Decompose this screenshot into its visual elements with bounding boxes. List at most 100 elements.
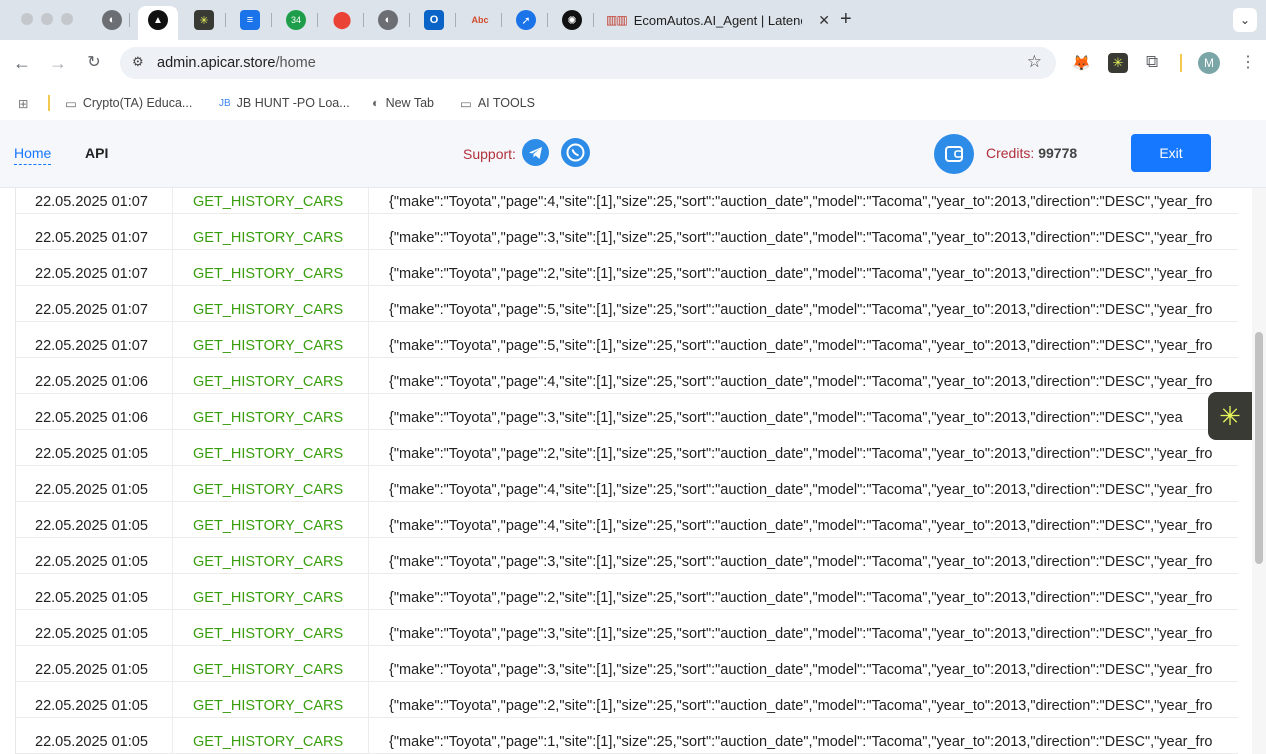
floating-asterisk-widget[interactable]: ✳	[1208, 392, 1252, 440]
time-cell: 22.05.2025 01:05	[16, 681, 173, 717]
table-row[interactable]: 22.05.2025 01:05 GET_HISTORY_CARS {"make":…	[16, 681, 1238, 718]
tab-separator	[409, 13, 410, 27]
jbhunt-icon: JB	[219, 97, 231, 109]
exit-button[interactable]: Exit	[1131, 134, 1211, 172]
tab-compass-icon[interactable]: ➚	[516, 10, 536, 30]
table-row[interactable]: 22.05.2025 01:07 GET_HISTORY_CARS {"make":…	[16, 188, 1238, 214]
folder-icon: ▭	[460, 96, 472, 111]
url-path: /home	[275, 55, 316, 71]
table-row[interactable]: 22.05.2025 01:05 GET_HISTORY_CARS {"make":…	[16, 717, 1238, 754]
tab-latenode[interactable]: ▥▥ EcomAutos.AI_Agent | Latenc ✕	[596, 6, 830, 34]
params-cell: {"make":"Toyota","page":4,"site":[1],"si…	[389, 194, 1213, 210]
time-cell: 22.05.2025 01:05	[16, 609, 173, 645]
time-cell: 22.05.2025 01:05	[16, 429, 173, 465]
table-row[interactable]: 22.05.2025 01:06 GET_HISTORY_CARS {"make":…	[16, 357, 1238, 394]
tab-search-chevron-icon[interactable]: ⌄	[1233, 8, 1257, 32]
method-cell: GET_HISTORY_CARS	[173, 357, 369, 393]
wallet-icon[interactable]	[934, 134, 974, 174]
time-cell: 22.05.2025 01:07	[16, 285, 173, 321]
telegram-icon[interactable]	[522, 139, 549, 166]
tab-outlook-icon[interactable]: O	[424, 10, 444, 30]
tab-separator	[271, 13, 272, 27]
back-arrow-icon[interactable]: ←	[12, 53, 32, 73]
tab-separator	[501, 13, 502, 27]
time-cell: 22.05.2025 01:05	[16, 717, 173, 753]
apps-grid-icon[interactable]: ⊞	[18, 93, 28, 113]
reload-icon[interactable]: ↻	[84, 53, 104, 73]
extensions-puzzle-icon[interactable]: ⧉	[1146, 52, 1158, 72]
table-row[interactable]: 22.05.2025 01:05 GET_HISTORY_CARS {"make":…	[16, 609, 1238, 646]
window-zoom-button[interactable]	[61, 13, 73, 25]
table-row[interactable]: 22.05.2025 01:05 GET_HISTORY_CARS {"make":…	[16, 645, 1238, 682]
tab-close-icon[interactable]: ✕	[818, 12, 830, 29]
params-cell: {"make":"Toyota","page":5,"site":[1],"si…	[389, 338, 1213, 354]
nav-api[interactable]: API	[85, 145, 108, 161]
time-cell: 22.05.2025 01:07	[16, 249, 173, 285]
tab-openai-icon[interactable]: ✺	[562, 10, 582, 30]
table-row[interactable]: 22.05.2025 01:05 GET_HISTORY_CARS {"make":…	[16, 537, 1238, 574]
history-table: 22.05.2025 01:07 GET_HISTORY_CARS {"make":…	[15, 188, 1238, 754]
asterisk-extension-icon[interactable]: ✳	[1108, 53, 1128, 73]
tab-maps-pin-icon[interactable]: ⬤	[332, 10, 352, 30]
bookmark-star-icon[interactable]: ☆	[1027, 52, 1042, 72]
new-tab-plus-icon[interactable]: +	[840, 8, 852, 31]
tab-text-icon[interactable]: Abc	[470, 10, 490, 30]
forward-arrow-icon[interactable]: →	[48, 53, 68, 73]
browser-menu-icon[interactable]: ⋮	[1240, 52, 1256, 72]
metamask-extension-icon[interactable]: 🦊	[1072, 54, 1091, 72]
params-cell: {"make":"Toyota","page":5,"site":[1],"si…	[389, 302, 1213, 318]
params-cell: {"make":"Toyota","page":2,"site":[1],"si…	[389, 590, 1213, 606]
bookmark-label: Crypto(TA) Educa...	[82, 96, 193, 110]
window-minimize-button[interactable]	[41, 13, 53, 25]
table-row[interactable]: 22.05.2025 01:05 GET_HISTORY_CARS {"make":…	[16, 501, 1238, 538]
tab-separator	[593, 13, 594, 27]
credits-display: Credits: 99778	[986, 145, 1077, 161]
tab-separator	[455, 13, 456, 27]
method-cell: GET_HISTORY_CARS	[173, 465, 369, 501]
bookmark-crypto[interactable]: ▭ Crypto(TA) Educa...	[65, 93, 192, 113]
table-row[interactable]: 22.05.2025 01:07 GET_HISTORY_CARS {"make":…	[16, 213, 1238, 250]
method-cell: GET_HISTORY_CARS	[173, 213, 369, 249]
bookmark-label: AI TOOLS	[477, 96, 536, 110]
params-cell: {"make":"Toyota","page":4,"site":[1],"si…	[389, 518, 1213, 534]
tab-separator	[225, 13, 226, 27]
bookmark-jbhunt[interactable]: JB JB HUNT -PO Loa...	[219, 93, 350, 113]
params-cell: {"make":"Toyota","page":3,"site":[1],"si…	[389, 626, 1213, 642]
method-cell: GET_HISTORY_CARS	[173, 429, 369, 465]
bookmark-ai-tools[interactable]: ▭ AI TOOLS	[460, 93, 535, 113]
credits-label: Credits:	[986, 145, 1035, 161]
method-cell: GET_HISTORY_CARS	[173, 501, 369, 537]
bookmark-new-tab[interactable]: ◐ New Tab	[372, 93, 434, 113]
whatsapp-icon[interactable]	[561, 138, 590, 167]
bookmarks-divider	[48, 95, 50, 111]
address-bar[interactable]: ⚙ admin.apicar.store/home ☆	[120, 47, 1056, 79]
bookmark-label: New Tab	[385, 96, 434, 110]
nav-home[interactable]: Home	[14, 145, 52, 165]
bookmarks-bar: ⊞ ▭ Crypto(TA) Educa... JB JB HUNT -PO Loa…	[0, 86, 1266, 121]
tab-globe-icon[interactable]: ◐	[102, 10, 122, 30]
tab-separator	[363, 13, 364, 27]
tab-triangle-icon[interactable]: ▲	[148, 10, 168, 30]
tab-badge-icon[interactable]: 34	[286, 10, 306, 30]
table-row[interactable]: 22.05.2025 01:05 GET_HISTORY_CARS {"make":…	[16, 429, 1238, 466]
support-label: Support:	[463, 146, 516, 162]
tab-separator	[129, 13, 130, 27]
table-row[interactable]: 22.05.2025 01:05 GET_HISTORY_CARS {"make":…	[16, 465, 1238, 502]
window-close-button[interactable]	[21, 13, 33, 25]
table-row[interactable]: 22.05.2025 01:07 GET_HISTORY_CARS {"make":…	[16, 321, 1238, 358]
tab-globe-icon[interactable]: ◐	[378, 10, 398, 30]
tab-stack-icon[interactable]: ≡	[240, 10, 260, 30]
table-row[interactable]: 22.05.2025 01:07 GET_HISTORY_CARS {"make":…	[16, 249, 1238, 286]
tab-asterisk-icon[interactable]: ✳	[194, 10, 214, 30]
method-cell: GET_HISTORY_CARS	[173, 321, 369, 357]
method-cell: GET_HISTORY_CARS	[173, 537, 369, 573]
table-row[interactable]: 22.05.2025 01:07 GET_HISTORY_CARS {"make":…	[16, 285, 1238, 322]
params-cell: {"make":"Toyota","page":4,"site":[1],"si…	[389, 482, 1213, 498]
method-cell: GET_HISTORY_CARS	[173, 393, 369, 429]
params-cell: {"make":"Toyota","page":3,"site":[1],"si…	[389, 230, 1213, 246]
site-info-icon[interactable]: ⚙	[132, 54, 144, 70]
table-row[interactable]: 22.05.2025 01:06 GET_HISTORY_CARS {"make":…	[16, 393, 1238, 430]
profile-avatar[interactable]: M	[1198, 52, 1220, 74]
table-row[interactable]: 22.05.2025 01:05 GET_HISTORY_CARS {"make":…	[16, 573, 1238, 610]
page-scrollbar-thumb[interactable]	[1255, 332, 1263, 564]
